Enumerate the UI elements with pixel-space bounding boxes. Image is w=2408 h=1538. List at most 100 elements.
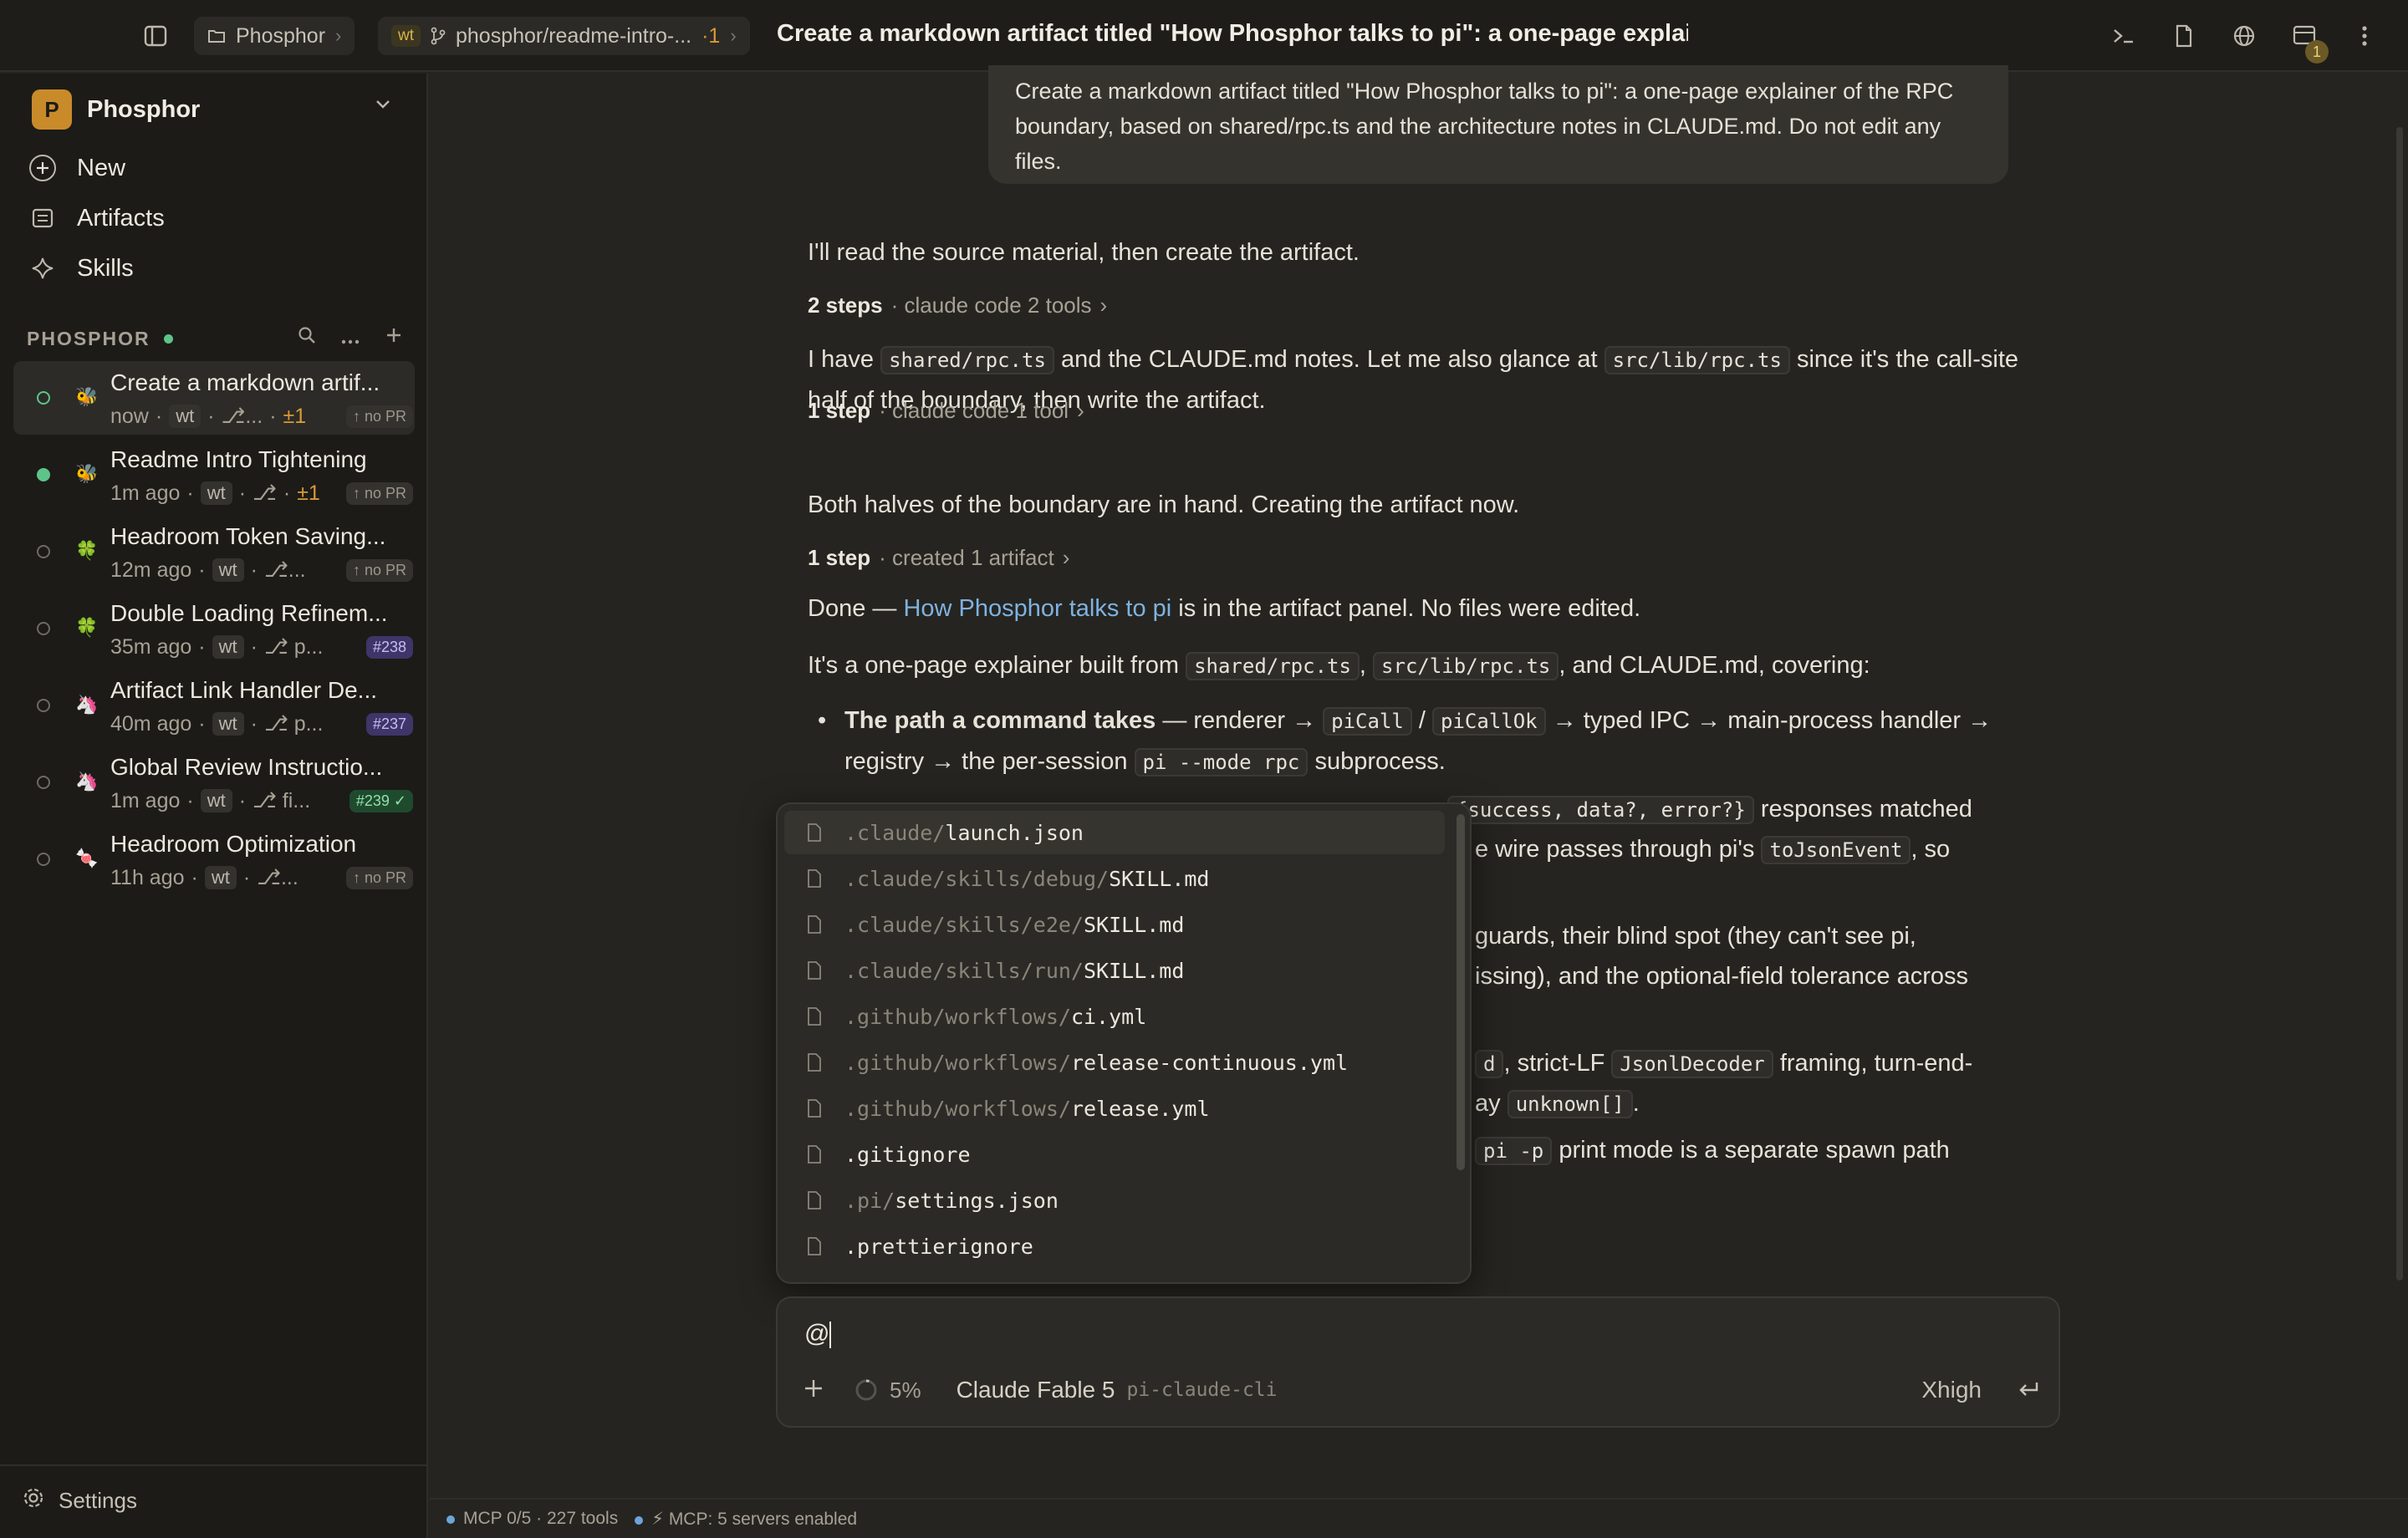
workspace-switcher[interactable]: P Phosphor bbox=[32, 89, 200, 130]
plug-icon: ⚡ bbox=[651, 1509, 664, 1529]
breadcrumb-workspace[interactable]: Phosphor › bbox=[194, 17, 355, 55]
session-changes: ±1 bbox=[283, 404, 307, 428]
file-option[interactable]: .gitignore bbox=[784, 1133, 1445, 1176]
session-item[interactable]: 🦄 Global Review Instructio... 1m ago · wt… bbox=[13, 746, 415, 819]
inline-code: shared/rpc.ts bbox=[880, 346, 1054, 374]
nav-artifacts[interactable]: Artifacts bbox=[27, 197, 165, 239]
attach-plus-icon[interactable] bbox=[803, 1378, 824, 1403]
file-option[interactable]: .claude/skills/e2e/SKILL.md bbox=[784, 903, 1445, 946]
file-option[interactable]: .claude/skills/run/SKILL.md bbox=[784, 949, 1445, 992]
thinking-level-selector[interactable]: Xhigh bbox=[1921, 1377, 1982, 1403]
file-dir: .pi/ bbox=[844, 1188, 895, 1213]
mcp-tools-status[interactable]: MCP 0/5 · 227 tools bbox=[446, 1509, 618, 1529]
session-item[interactable]: 🦄 Artifact Link Handler De... 40m ago · w… bbox=[13, 669, 415, 742]
file-name: release-continuous.yml bbox=[1070, 1050, 1349, 1075]
settings-button[interactable]: Settings bbox=[22, 1486, 137, 1515]
nav-new[interactable]: New bbox=[27, 147, 125, 189]
nav-artifacts-label: Artifacts bbox=[77, 204, 165, 232]
file-option[interactable]: .claude/launch.json bbox=[784, 811, 1445, 854]
main-scrollbar[interactable] bbox=[2396, 127, 2403, 1281]
file-option[interactable]: .pi/settings.json bbox=[784, 1179, 1445, 1222]
session-item[interactable]: 🍀 Double Loading Refinem... 35m ago · wt ·… bbox=[13, 592, 415, 665]
session-time: 1m ago bbox=[110, 788, 181, 812]
more-vertical-icon[interactable] bbox=[2349, 21, 2380, 51]
sparkle-icon bbox=[27, 257, 59, 280]
steps-toggle[interactable]: 2 steps · claude code 2 tools › bbox=[808, 293, 1107, 318]
session-time: 1m ago bbox=[110, 481, 181, 505]
session-avatar-icon: 🍬 bbox=[75, 848, 99, 868]
pr-badge: ↑ no PR bbox=[345, 481, 413, 505]
session-status-indicator bbox=[37, 545, 50, 558]
new-session-icon[interactable] bbox=[385, 324, 403, 350]
file-option[interactable]: .prettierignore bbox=[784, 1225, 1445, 1268]
artifact-link[interactable]: How Phosphor talks to pi bbox=[903, 595, 1171, 622]
pr-badge[interactable]: #237 bbox=[365, 712, 413, 736]
session-title: Headroom Optimization bbox=[110, 831, 357, 857]
send-enter-icon[interactable] bbox=[2017, 1380, 2040, 1400]
session-avatar-icon: 🍀 bbox=[75, 617, 99, 638]
search-icon[interactable] bbox=[298, 324, 316, 350]
steps-count: 2 steps bbox=[808, 293, 883, 318]
status-dot-icon bbox=[635, 1515, 644, 1525]
session-meta: 12m ago · wt · ⎇... ↑ no PR bbox=[110, 557, 413, 583]
chevron-right-icon: › bbox=[1099, 293, 1108, 318]
session-item[interactable]: 🐝 Readme Intro Tightening 1m ago · wt · ⎇ ·… bbox=[13, 438, 415, 512]
pr-badge[interactable]: #239 ✓ bbox=[349, 789, 413, 812]
session-meta: 35m ago · wt · ⎇ p... #238 bbox=[110, 634, 413, 660]
inline-code: JsonlDecoder bbox=[1611, 1050, 1773, 1078]
file-name: release.yml bbox=[1070, 1096, 1210, 1121]
context-usage-value: 5% bbox=[890, 1377, 921, 1403]
session-title: Headroom Token Saving... bbox=[110, 523, 386, 549]
mcp-servers-status[interactable]: ⚡ MCP: 5 servers enabled bbox=[635, 1509, 857, 1530]
file-option[interactable]: .github/workflows/release-continuous.yml bbox=[784, 1041, 1445, 1084]
globe-icon[interactable] bbox=[2229, 21, 2259, 51]
assistant-message: It's a one-page explainer built from sha… bbox=[808, 652, 1870, 680]
toggle-sidebar-icon[interactable] bbox=[140, 21, 171, 51]
inline-code: shared/rpc.ts bbox=[1186, 652, 1360, 680]
workspace-name: Phosphor bbox=[87, 95, 201, 123]
session-changes: ±1 bbox=[297, 481, 320, 505]
inline-code: unknown[] bbox=[1507, 1090, 1633, 1118]
model-selector[interactable]: Claude Fable 5 bbox=[957, 1377, 1115, 1403]
breadcrumb-branch[interactable]: wt phosphor/readme-intro-... ·1 › bbox=[378, 17, 750, 55]
session-item[interactable]: 🐝 Create a markdown artif... now · wt · ⎇.… bbox=[13, 361, 415, 435]
session-item[interactable]: 🍬 Headroom Optimization 11h ago · wt · ⎇..… bbox=[13, 822, 415, 896]
context-usage[interactable]: 5% bbox=[855, 1378, 921, 1403]
file-option[interactable]: .github/workflows/ci.yml bbox=[784, 995, 1445, 1038]
session-meta: 1m ago · wt · ⎇ fi... #239 ✓ bbox=[110, 787, 413, 814]
settings-label: Settings bbox=[59, 1488, 137, 1513]
file-option[interactable]: .github/workflows/release.yml bbox=[784, 1087, 1445, 1130]
more-horizontal-icon[interactable] bbox=[341, 324, 360, 350]
chevron-down-icon[interactable] bbox=[375, 99, 391, 114]
dropdown-scrollbar[interactable] bbox=[1457, 814, 1465, 1170]
steps-toggle[interactable]: 1 step · claude code 1 tool › bbox=[808, 398, 1084, 424]
branch-icon bbox=[431, 27, 446, 45]
session-title: Create a markdown artif... bbox=[110, 369, 380, 395]
worktree-badge: wt bbox=[212, 712, 244, 736]
file-option[interactable]: .claude/skills/debug/SKILL.md bbox=[784, 857, 1445, 900]
steps-count: 1 step bbox=[808, 398, 871, 423]
session-avatar-icon: 🍀 bbox=[75, 540, 99, 561]
terminal-icon[interactable] bbox=[2109, 21, 2139, 51]
assistant-message: Both halves of the boundary are in hand.… bbox=[808, 491, 1520, 518]
inline-code: src/lib/rpc.ts bbox=[1604, 346, 1790, 374]
session-title: Global Review Instructio... bbox=[110, 754, 383, 780]
session-branch: ⎇ bbox=[253, 481, 277, 505]
context-ring-icon bbox=[855, 1379, 877, 1401]
pr-badge[interactable]: #238 bbox=[365, 635, 413, 659]
file-icon[interactable] bbox=[2169, 21, 2199, 51]
mcp-tools-label: MCP 0/5 · 227 tools bbox=[463, 1509, 619, 1528]
file-icon bbox=[784, 1099, 844, 1118]
sidebar: P Phosphor New Artifacts Skills PHOSPHOR bbox=[0, 74, 428, 1538]
file-name: settings.json bbox=[895, 1188, 1059, 1213]
worktree-badge: wt bbox=[169, 405, 202, 428]
session-item[interactable]: 🍀 Headroom Token Saving... 12m ago · wt · … bbox=[13, 515, 415, 588]
steps-toggle[interactable]: 1 step · created 1 artifact › bbox=[808, 545, 1069, 571]
gear-icon bbox=[22, 1486, 45, 1515]
list-item-fragment: issing), and the optional-field toleranc… bbox=[1475, 963, 1968, 990]
message-input[interactable]: @ bbox=[804, 1320, 832, 1349]
nav-skills[interactable]: Skills bbox=[27, 247, 134, 289]
session-time: 11h ago bbox=[110, 865, 185, 889]
file-icon bbox=[784, 1007, 844, 1026]
file-dir: .claude/skills/debug/ bbox=[844, 866, 1110, 891]
